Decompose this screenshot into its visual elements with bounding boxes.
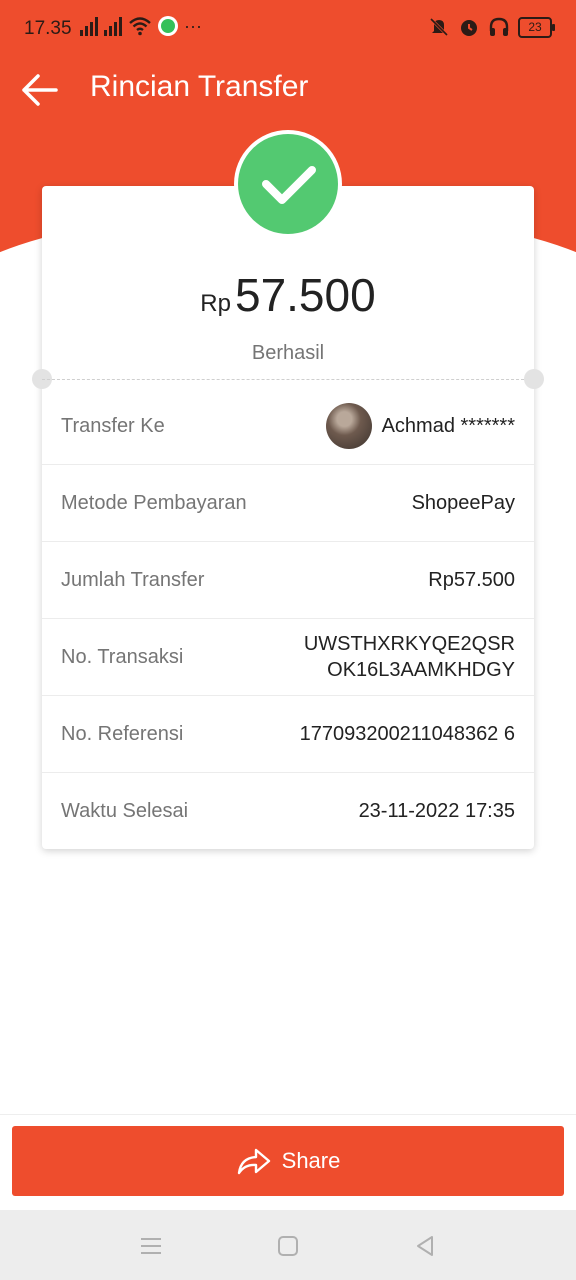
transfer-detail-card: Rp57.500 Berhasil Transfer Ke Achmad ***…	[32, 186, 544, 849]
detail-value: Achmad *******	[325, 388, 515, 464]
success-badge	[234, 130, 342, 238]
status-text: Berhasil	[251, 342, 325, 364]
mute-bell-icon	[429, 17, 449, 37]
bottom-divider	[0, 1114, 576, 1115]
amount-display: Rp57.500	[42, 268, 534, 322]
detail-value: UWSTHXRKYQE2QSR OK16L3AAMKHDGY	[304, 619, 515, 695]
signal-icon	[104, 16, 122, 36]
share-button[interactable]: Share	[12, 1126, 564, 1196]
detail-row-payment-method: Metode Pembayaran ShopeePay	[42, 465, 534, 542]
wifi-icon	[129, 17, 151, 36]
detail-row-transaction-no: No. Transaksi UWSTHXRKYQE2QSR OK16L3AAMK…	[42, 619, 534, 696]
system-nav-bar	[0, 1210, 576, 1280]
transaction-no-line-2: OK16L3AAMKHDGY	[327, 659, 515, 681]
card-notch-right	[524, 369, 544, 389]
share-icon	[237, 1148, 270, 1175]
currency-prefix: Rp	[200, 290, 231, 317]
detail-label: Metode Pembayaran	[61, 492, 247, 514]
status-bar: 17.35 ··· 23	[0, 0, 576, 58]
page-title: Rincian Transfer	[90, 70, 309, 103]
detail-label: No. Referensi	[61, 723, 184, 745]
detail-label: Waktu Selesai	[61, 800, 189, 822]
success-check-icon	[238, 134, 338, 234]
whatsapp-icon	[158, 16, 178, 36]
detail-label: Transfer Ke	[61, 415, 165, 437]
dashed-divider	[42, 379, 534, 380]
alarm-icon	[461, 20, 477, 36]
detail-value: ShopeePay	[411, 491, 515, 514]
share-label: Share	[281, 1148, 341, 1173]
status-left-icons: ···	[80, 16, 202, 36]
detail-label: No. Transaksi	[61, 646, 184, 668]
menu-icon[interactable]	[139, 1234, 163, 1258]
signal-icon	[80, 16, 98, 36]
detail-row-transfer-amount: Jumlah Transfer Rp57.500	[42, 542, 534, 619]
status-time: 17.35	[24, 18, 72, 39]
avatar	[325, 403, 372, 449]
transaction-no-line-1: UWSTHXRKYQE2QSR	[303, 633, 515, 655]
home-icon[interactable]	[276, 1234, 300, 1258]
battery-icon: 23	[518, 16, 555, 38]
detail-row-completed-time: Waktu Selesai 23-11-2022 17:35	[42, 773, 534, 849]
detail-list: Transfer Ke Achmad ******* Metode Pembay…	[42, 388, 534, 849]
detail-value: 23-11-2022 17:35	[358, 799, 515, 822]
back-arrow-icon[interactable]	[20, 72, 60, 108]
detail-label: Jumlah Transfer	[61, 569, 205, 591]
status-right-icons: 23	[428, 16, 555, 38]
headphones-icon	[489, 17, 509, 36]
detail-value: Rp57.500	[428, 568, 515, 591]
more-notifications-icon: ···	[184, 16, 202, 36]
detail-row-transfer-to: Transfer Ke Achmad *******	[42, 388, 534, 465]
detail-value: 177093200211048362 6	[299, 722, 515, 745]
detail-row-reference-no: No. Referensi 177093200211048362 6	[42, 696, 534, 773]
recipient-name: Achmad *******	[381, 414, 515, 437]
back-icon[interactable]	[413, 1234, 437, 1258]
amount-value: 57.500	[234, 269, 376, 321]
